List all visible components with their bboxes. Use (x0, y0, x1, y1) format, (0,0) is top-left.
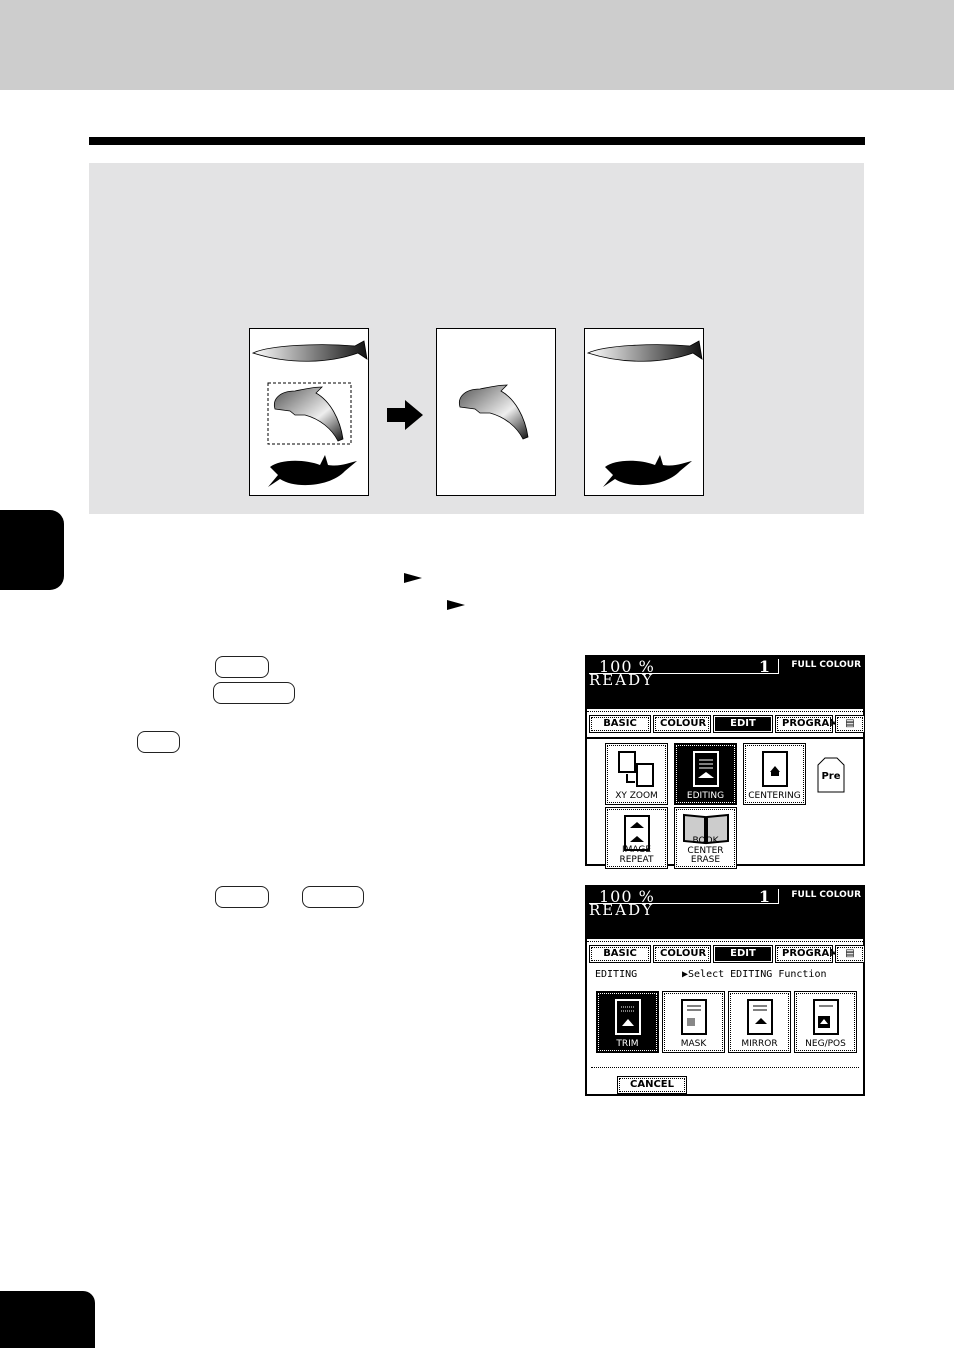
mirror-button[interactable]: MIRROR (728, 991, 791, 1053)
function-label: ERASE (690, 855, 721, 865)
tab-program[interactable]: PROGRAM (775, 945, 839, 963)
cancel-label: CANCEL (619, 1078, 685, 1092)
title-rule (89, 137, 865, 145)
mask-result-illustration (586, 340, 703, 487)
dolphin-icon (458, 384, 529, 440)
keypad-icon: ▤ (837, 947, 863, 961)
copy-count: 1 (758, 887, 770, 906)
original-illustration (251, 340, 368, 487)
instruction-hint: ▶Select EDITING Function (682, 969, 827, 980)
function-label: MASK (680, 1039, 707, 1049)
page-number-tab (0, 1291, 95, 1348)
header-band (0, 0, 954, 90)
editing-button[interactable]: EDITING (674, 743, 737, 805)
tab-edit[interactable]: EDIT (713, 715, 773, 733)
trim-result-sheet (436, 328, 556, 496)
panel-key (302, 886, 364, 908)
image-repeat-button[interactable]: IMAGE REPEAT (605, 807, 668, 869)
dolphin-icon (273, 386, 344, 442)
tab-keypad[interactable]: ▤ (835, 945, 865, 963)
tab-edit[interactable]: EDIT (713, 945, 773, 963)
orca-icon (603, 455, 692, 487)
panel-key (213, 682, 295, 704)
function-label: MIRROR (741, 1039, 778, 1049)
preset-label: Pre (821, 771, 841, 782)
trim-button[interactable]: TRIM (596, 991, 659, 1053)
function-subheader: EDITING ▶Select EDITING Function (587, 967, 863, 987)
centering-icon (761, 751, 788, 787)
function-label: BOOK CENTER (687, 836, 724, 856)
tab-label: BASIC (591, 717, 649, 731)
lcd-status-area: 100 % 1 FULL COLOUR READY (587, 887, 863, 939)
tab-basic[interactable]: BASIC (589, 715, 651, 733)
tab-label: PROGRAM (777, 947, 839, 961)
function-grid: XY ZOOM EDITING CENTERING Pre IMAGE REPE… (587, 739, 863, 869)
divider (591, 1067, 859, 1068)
tab-keypad[interactable]: ▤ (835, 715, 865, 733)
panel-key (215, 886, 269, 908)
machine-status: READY (589, 901, 655, 919)
tab-label: COLOUR (655, 717, 709, 731)
mask-result-sheet (584, 328, 704, 496)
function-label: TRIM (616, 1039, 639, 1049)
cancel-button[interactable]: CANCEL (617, 1076, 687, 1094)
xy-zoom-icon (617, 751, 654, 787)
tab-colour[interactable]: COLOUR (653, 945, 711, 963)
lcd-tab-bar: BASIC COLOUR EDIT PROGRAM ▤ (587, 709, 865, 739)
tab-label: PROGRAM (777, 717, 839, 731)
tab-program[interactable]: PROGRAM (775, 715, 839, 733)
tab-colour[interactable]: COLOUR (653, 715, 711, 733)
whale-icon (586, 340, 703, 362)
copy-count: 1 (758, 657, 770, 676)
reference-arrow-icon (404, 573, 422, 583)
trim-result-illustration (458, 384, 529, 440)
tab-label: EDIT (715, 947, 771, 961)
lcd-tab-bar: BASIC COLOUR EDIT PROGRAM ▤ (587, 939, 865, 967)
tab-label: EDIT (715, 717, 771, 731)
xy-zoom-button[interactable]: XY ZOOM (605, 743, 668, 805)
whale-icon (251, 340, 368, 362)
tab-label: BASIC (591, 947, 649, 961)
keypad-icon: ▤ (837, 717, 863, 731)
right-arrow-icon (387, 400, 423, 430)
function-name: EDITING (595, 969, 638, 980)
panel-key (137, 731, 180, 753)
chapter-tab (0, 510, 64, 590)
editing-icon (692, 751, 719, 787)
function-grid: TRIM MASK MIRROR NEG/POS CANCEL (587, 987, 863, 1100)
lcd-screen-edit-menu: 100 % 1 FULL COLOUR READY BASIC COLOUR E… (585, 655, 865, 869)
lcd-screen-editing-functions: 100 % 1 FULL COLOUR READY BASIC COLOUR E… (585, 885, 865, 1096)
panel-key (215, 656, 269, 678)
function-label: NEG/POS (805, 1039, 846, 1049)
mask-button[interactable]: MASK (662, 991, 725, 1053)
mask-icon (680, 999, 707, 1035)
mirror-icon (746, 999, 773, 1035)
function-label: CENTERING (748, 791, 801, 801)
centering-button[interactable]: CENTERING (743, 743, 806, 805)
machine-status: READY (589, 671, 655, 689)
trim-icon (614, 999, 641, 1035)
reference-arrow-icon (447, 600, 465, 610)
tab-basic[interactable]: BASIC (589, 945, 651, 963)
color-mode: FULL COLOUR (791, 660, 861, 670)
neg-pos-icon (812, 999, 839, 1035)
tab-label: COLOUR (655, 947, 709, 961)
color-mode: FULL COLOUR (791, 890, 861, 900)
preset-button[interactable]: Pre (817, 757, 845, 793)
original-sheet (249, 328, 369, 496)
function-label: EDITING (686, 791, 725, 801)
lcd-status-area: 100 % 1 FULL COLOUR READY (587, 657, 863, 709)
neg-pos-button[interactable]: NEG/POS (794, 991, 857, 1053)
book-center-erase-button[interactable]: BOOK CENTER ERASE (674, 807, 737, 869)
function-label: XY ZOOM (615, 791, 658, 801)
function-label: IMAGE REPEAT (619, 845, 654, 865)
orca-icon (268, 455, 357, 487)
